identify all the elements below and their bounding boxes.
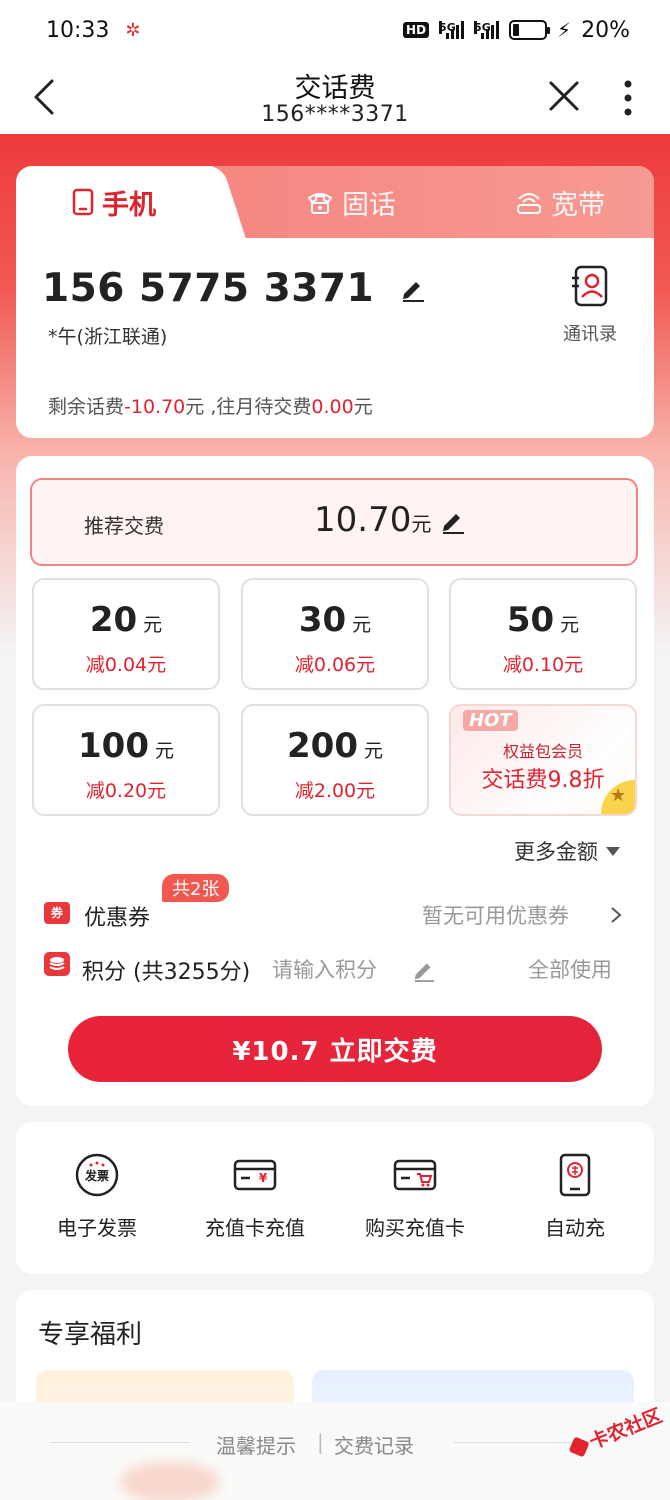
status-right: HD 5G 5G ⚡ 20% [403,18,630,43]
status-bar: 10:33 ✲ HD 5G 5G ⚡ 20% [0,0,670,60]
tab-mobile[interactable]: 手机 [16,166,212,238]
svg-text:发票: 发票 [84,1168,109,1183]
points-coin-icon [44,952,70,976]
signal-icon: 5G [439,21,465,39]
svg-text:¥: ¥ [259,1171,268,1185]
tool-buy-card[interactable]: 购买充值卡 [340,1152,490,1241]
contacts-button[interactable]: 通讯录 [556,264,624,346]
recommend-label: 推荐交费 [84,514,164,538]
amount-discount: 减0.10元 [502,654,584,676]
use-all-points-button[interactable]: 全部使用 [528,954,612,984]
balance-line: 剩余话费-10.70元 ,往月待交费0.00元 [48,396,373,418]
invoice-icon: 发票 [75,1153,119,1197]
footer-separator: | [317,1430,324,1454]
phone-number: 156 5775 3371 [42,266,375,311]
buy-card-icon [393,1159,437,1191]
mobile-phone-icon [72,188,94,216]
hd-icon: HD [403,22,430,38]
status-time: 10:33 [46,17,110,43]
contacts-label: 通讯录 [563,324,617,345]
coupon-icon: 券 [44,902,70,924]
nav-bar: 交话费 156****3371 [0,60,670,134]
contacts-book-icon [572,265,608,307]
more-amount-button[interactable]: 更多金额 [514,836,620,866]
tool-e-invoice[interactable]: 发票 电子发票 [22,1152,172,1241]
auto-recharge-icon [559,1153,591,1197]
tab-label: 宽带 [551,189,605,221]
amount-discount: 减2.00元 [294,780,376,802]
amount-option-30[interactable]: 30 元 减0.06元 [241,578,429,690]
points-label: 积分 (共3255分) [82,960,251,985]
member-promo-option[interactable]: HOT 权益包会员 交话费9.8折 [449,704,637,816]
payment-record-link[interactable]: 交费记录 [334,1430,414,1459]
amount-option-20[interactable]: 20 元 减0.04元 [32,578,220,690]
tool-card-recharge[interactable]: ¥ 充值卡充值 [180,1152,330,1241]
recommend-amount: 10.70元 [314,500,432,540]
chevron-right-icon[interactable] [610,906,622,924]
tool-label: 电子发票 [57,1216,137,1240]
tab-broadband[interactable]: 宽带 [466,166,654,238]
pay-now-button[interactable]: ¥10.7 立即交费 [68,1016,602,1082]
more-vertical-icon[interactable] [620,80,636,116]
account-card: 手机 固话 宽带 156 5775 3371 *午(浙江联通) 通讯录 剩余话费… [16,166,654,438]
tab-label: 固话 [342,189,396,221]
close-icon[interactable] [548,80,580,112]
edit-pencil-icon[interactable] [440,508,466,534]
coupon-label: 优惠券 [84,906,151,931]
battery-icon [509,20,551,40]
signal-icon-2: 5G [474,21,500,39]
broadband-icon [517,193,541,214]
promo-line1: 权益包会员 [502,742,583,761]
footer-decoration [120,1462,220,1500]
carrier-logo-icon: ✲ [125,19,141,41]
tab-landline[interactable]: 固话 [256,166,446,238]
tool-label: 自动充 [545,1216,605,1240]
tips-link[interactable]: 温馨提示 [216,1430,296,1459]
tool-label: 充值卡充值 [205,1216,305,1240]
tool-auto-recharge[interactable]: 自动充 [500,1152,650,1241]
coupon-status[interactable]: 暂无可用优惠券 [422,900,569,930]
recommend-amount-box[interactable]: 推荐交费 10.70元 [30,478,638,566]
amount-option-200[interactable]: 200 元 减2.00元 [241,704,429,816]
recharge-card: 推荐交费 10.70元 20 元 减0.04元 30 元 减0.06元 50 元 减0… [16,456,654,1106]
charging-icon: ⚡ [557,18,572,42]
coupon-count-badge: 共2张 [162,874,230,902]
amount-discount: 减0.06元 [294,654,376,676]
tools-card: 发票 电子发票 ¥ 充值卡充值 购买充值卡 自动充 [16,1122,654,1274]
edit-pencil-icon[interactable] [400,276,426,302]
amount-discount: 减0.04元 [85,654,167,676]
promo-line2: 交话费9.8折 [481,768,605,793]
balance-value: -10.70 [124,396,186,418]
divider [50,1442,190,1443]
amount-option-100[interactable]: 100 元 减0.20元 [32,704,220,816]
edit-pencil-icon[interactable] [412,958,436,982]
battery-percent: 20% [581,17,630,43]
tab-label: 手机 [102,189,156,221]
pending-value: 0.00 [311,396,354,418]
perks-title: 专享福利 [38,1320,143,1350]
landline-phone-icon [307,193,333,214]
tool-label: 购买充值卡 [365,1216,465,1240]
amount-discount: 减0.20元 [85,780,167,802]
points-input[interactable]: 请输入积分 [272,954,377,984]
amount-option-50[interactable]: 50 元 减0.10元 [449,578,637,690]
chevron-down-icon [606,846,620,856]
hot-badge: HOT [463,710,518,731]
recharge-card-icon: ¥ [233,1159,277,1191]
owner-name: *午(浙江联通) [48,326,168,348]
